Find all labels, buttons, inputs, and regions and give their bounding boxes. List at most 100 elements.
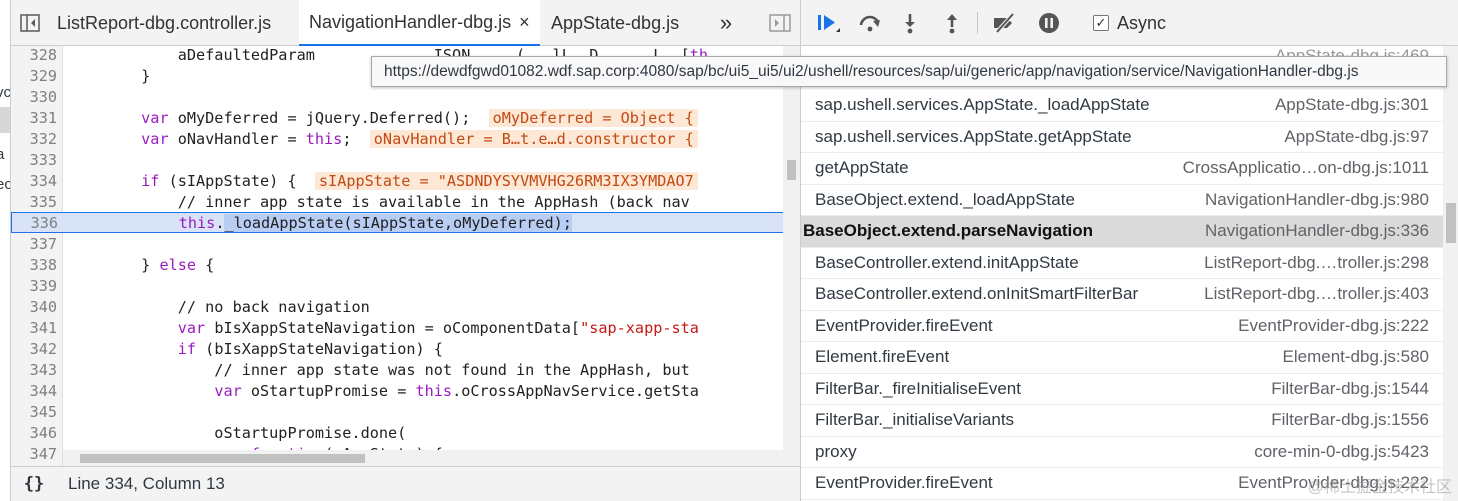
checkbox-check-icon[interactable]: ✓	[1093, 15, 1109, 31]
frame-location[interactable]: AppState-dbg.js:301	[1275, 95, 1429, 115]
frame-function: FilterBar._fireInitialiseEvent	[815, 378, 1021, 398]
frame-location[interactable]: ListReport-dbg.…troller.js:298	[1204, 253, 1429, 273]
frame-location[interactable]: ListReport-dbg.…troller.js:403	[1204, 284, 1429, 304]
call-stack-frame[interactable]: EventProvider.fireEvent EventProvider-dbg…	[801, 311, 1443, 342]
line-number[interactable]: 331	[11, 108, 57, 129]
code-line[interactable]: 331 var oMyDeferred = jQuery.Deferred();…	[11, 108, 786, 129]
line-number[interactable]: 329	[11, 66, 57, 87]
more-tabs-icon[interactable]: »	[711, 0, 741, 46]
line-number[interactable]: 347	[11, 444, 57, 465]
call-stack-frame-selected[interactable]: BaseObject.extend.parseNavigation Navigat…	[801, 216, 1443, 248]
line-number[interactable]: 342	[11, 339, 57, 360]
line-number[interactable]: 344	[11, 381, 57, 402]
frame-location[interactable]: FilterBar-dbg.js:1556	[1271, 410, 1429, 430]
frame-function: BaseObject.extend._loadAppState	[815, 189, 1075, 209]
toolbar-divider	[977, 12, 978, 34]
step-out-icon[interactable]	[937, 0, 967, 46]
code-line[interactable]: 344 var oStartupPromise = this.oCrossApp…	[11, 381, 786, 402]
code-text: if (sIAppState) {	[141, 172, 297, 190]
code-horizontal-scrollbar[interactable]	[63, 450, 783, 466]
call-stack-frame[interactable]: FilterBar._fireInitialiseEvent FilterBar-…	[801, 374, 1443, 405]
current-execution-line[interactable]: 336 this._loadAppState(sIAppState,oMyDef…	[11, 212, 786, 233]
line-number[interactable]: 333	[11, 150, 57, 171]
call-stack-frame[interactable]: BaseController.extend.onInitSmartFilterB…	[801, 279, 1443, 311]
tab-appstate[interactable]: AppState-dbg.js	[551, 0, 679, 46]
line-number[interactable]: 334	[11, 171, 57, 192]
call-stack-frame[interactable]: BaseObject.extend._loadAppState Navigatio…	[801, 185, 1443, 216]
frame-location[interactable]: NavigationHandler-dbg.js:980	[1205, 190, 1429, 210]
close-icon[interactable]: ×	[519, 12, 530, 33]
line-number[interactable]: 343	[11, 360, 57, 381]
call-stack-frame[interactable]: Element.fireEvent Element-dbg.js:580	[801, 342, 1443, 374]
frame-function: BaseController.extend.onInitSmartFilterB…	[815, 284, 1139, 304]
line-number[interactable]: 346	[11, 423, 57, 444]
call-stack-frame[interactable]: getAppState CrossApplicatio…on-dbg.js:101…	[801, 153, 1443, 185]
code-line[interactable]: 338 } else {	[11, 255, 786, 276]
scrollbar-thumb[interactable]	[787, 160, 796, 180]
code-line[interactable]: 345	[11, 402, 786, 423]
frame-function: EventProvider.fireEvent	[815, 473, 993, 493]
code-text: aDefaultedParam	[68, 46, 315, 64]
code-line[interactable]: 330	[11, 87, 786, 108]
call-stack-frame[interactable]: sap.ushell.services.AppState.getAppState…	[801, 122, 1443, 153]
toggle-navigator-icon[interactable]	[11, 0, 49, 46]
tab-listreport-controller[interactable]: ListReport-dbg.controller.js	[57, 0, 271, 46]
step-into-icon[interactable]	[895, 0, 925, 46]
line-number[interactable]: 337	[11, 234, 57, 255]
deactivate-breakpoints-icon[interactable]	[987, 0, 1023, 46]
call-stack-scrollbar[interactable]	[1443, 46, 1458, 501]
pretty-print-button[interactable]: {}	[11, 474, 57, 494]
call-stack-frame[interactable]: proxy core-min-0-dbg.js:5423	[801, 437, 1443, 468]
step-over-icon[interactable]	[853, 0, 887, 46]
resume-icon[interactable]	[811, 0, 845, 46]
code-line[interactable]: 333	[11, 150, 786, 171]
line-number[interactable]: 345	[11, 402, 57, 423]
line-number[interactable]: 339	[11, 276, 57, 297]
frame-function: FilterBar._initialiseVariants	[815, 410, 1015, 430]
frame-location[interactable]: FilterBar-dbg.js:1544	[1271, 379, 1429, 399]
code-line[interactable]: 341 var bIsXappStateNavigation = oCompon…	[11, 318, 786, 339]
line-number[interactable]: 330	[11, 87, 57, 108]
line-number[interactable]: 340	[11, 297, 57, 318]
tab-label: ListReport-dbg.controller.js	[57, 12, 272, 33]
frame-location[interactable]: Element-dbg.js:580	[1283, 347, 1429, 367]
code-line[interactable]: 337	[11, 234, 786, 255]
line-number[interactable]: 335	[11, 192, 57, 213]
frame-location[interactable]: CrossApplicatio…on-dbg.js:1011	[1183, 158, 1429, 178]
code-line[interactable]: 335 // inner app state is available in t…	[11, 192, 786, 213]
async-label: Async	[1117, 12, 1167, 33]
frame-location[interactable]: EventProvider-dbg.js:222	[1238, 316, 1429, 336]
tab-label: AppState-dbg.js	[551, 12, 680, 33]
code-area[interactable]: 328 aDefaultedParam ISON ( lL D L [th 32…	[11, 46, 800, 466]
async-checkbox[interactable]: ✓ Async	[1093, 0, 1166, 46]
line-number[interactable]: 338	[11, 255, 57, 276]
code-line[interactable]: 346 oStartupPromise.done(	[11, 423, 786, 444]
code-line[interactable]: 342 if (bIsXappStateNavigation) {	[11, 339, 786, 360]
editor-tab-bar: ListReport-dbg.controller.js NavigationH…	[11, 0, 800, 46]
inline-value: oNavHandler = B…t.e…d.constructor {	[369, 130, 698, 148]
line-number[interactable]: 332	[11, 129, 57, 150]
frame-location[interactable]: NavigationHandler-dbg.js:336	[1205, 221, 1429, 241]
call-stack-frame[interactable]: FilterBar._initialiseVariants FilterBar-d…	[801, 405, 1443, 437]
tab-label: NavigationHandler-dbg.js	[309, 11, 512, 32]
frame-location[interactable]: core-min-0-dbg.js:5423	[1254, 442, 1429, 462]
scrollbar-thumb[interactable]	[1446, 203, 1456, 243]
scrollbar-thumb[interactable]	[80, 454, 365, 463]
call-stack-frame[interactable]: BaseController.extend.initAppState ListRe…	[801, 248, 1443, 279]
pause-on-exceptions-icon[interactable]	[1033, 0, 1065, 46]
code-line[interactable]: 332 var oNavHandler = this; oNavHandler …	[11, 129, 786, 150]
code-text: var oNavHandler = this;	[141, 130, 352, 148]
toggle-debugger-icon[interactable]	[763, 0, 797, 46]
code-line[interactable]: 343 // inner app state was not found in …	[11, 360, 786, 381]
code-line[interactable]: 340 // no back navigation	[11, 297, 786, 318]
call-stack-frame[interactable]: sap.ushell.services.AppState._loadAppSta…	[801, 90, 1443, 122]
code-vertical-scrollbar[interactable]	[783, 46, 800, 466]
line-number[interactable]: 328	[11, 46, 57, 66]
frame-location[interactable]: AppState-dbg.js:97	[1284, 127, 1429, 147]
code-line[interactable]: 339	[11, 276, 786, 297]
line-number[interactable]: 341	[11, 318, 57, 339]
line-number[interactable]: 336	[12, 213, 58, 234]
left-panel-edge: vc a ec	[0, 0, 11, 501]
code-line[interactable]: 334 if (sIAppState) { sIAppState = "ASDN…	[11, 171, 786, 192]
tab-navigationhandler[interactable]: NavigationHandler-dbg.js ×	[299, 0, 540, 46]
